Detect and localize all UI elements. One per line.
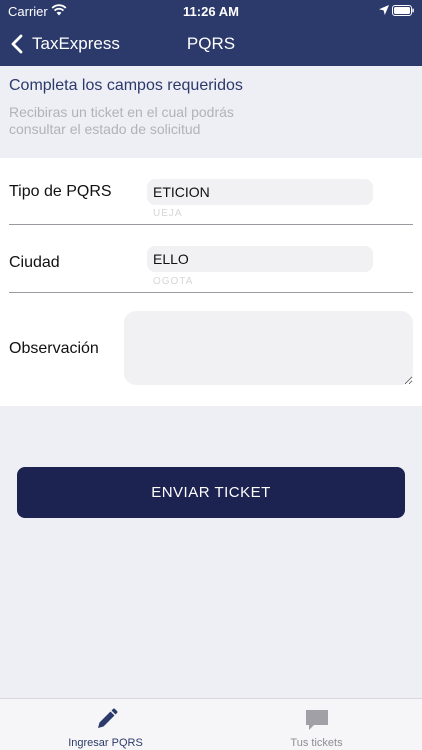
ciudad-picker[interactable]: ELLO <box>147 246 373 272</box>
nav-bar: TaxExpress PQRS <box>0 22 422 66</box>
ciudad-next-option: OGOTA <box>153 276 194 287</box>
tab-ingresar-pqrs[interactable]: Ingresar PQRS <box>0 699 211 750</box>
page-title: PQRS <box>186 34 236 53</box>
tab-label: Tus tickets <box>290 737 343 749</box>
intro-title: Completa los campos requeridos <box>9 77 243 94</box>
tab-bar: Ingresar PQRS Tus tickets <box>0 698 422 750</box>
intro-section: Completa los campos requeridos Recibiras… <box>0 66 422 158</box>
tipo-pqrs-picker[interactable]: ETICION <box>147 179 373 205</box>
observacion-input[interactable] <box>124 311 413 385</box>
pqrs-screen: Carrier 11:26 AM TaxExpress PQRS Complet… <box>0 0 422 750</box>
status-time: 11:26 AM <box>183 4 239 19</box>
header: Carrier 11:26 AM TaxExpress PQRS <box>0 0 422 66</box>
location-arrow-icon <box>379 5 389 15</box>
tab-label: Ingresar PQRS <box>68 737 143 749</box>
ciudad-label: Ciudad <box>9 254 60 271</box>
tipo-pqrs-next-option: UEJA <box>153 208 183 219</box>
enviar-ticket-button[interactable]: ENVIAR TICKET <box>17 467 405 518</box>
tipo-pqrs-label: Tipo de PQRS <box>9 183 112 200</box>
intro-subtitle: Recibiras un ticket en el cual podrás co… <box>9 104 234 137</box>
chat-bubble-icon <box>305 710 328 730</box>
pqrs-form: Tipo de PQRS ETICION UEJA Ciudad ELLO OG… <box>0 158 422 406</box>
observacion-label: Observación <box>9 340 99 357</box>
pencil-icon <box>97 708 117 728</box>
status-bar: Carrier 11:26 AM <box>0 0 422 22</box>
tab-tus-tickets[interactable]: Tus tickets <box>211 699 422 750</box>
battery-icon <box>392 5 414 16</box>
divider <box>9 292 413 293</box>
divider <box>9 224 413 225</box>
